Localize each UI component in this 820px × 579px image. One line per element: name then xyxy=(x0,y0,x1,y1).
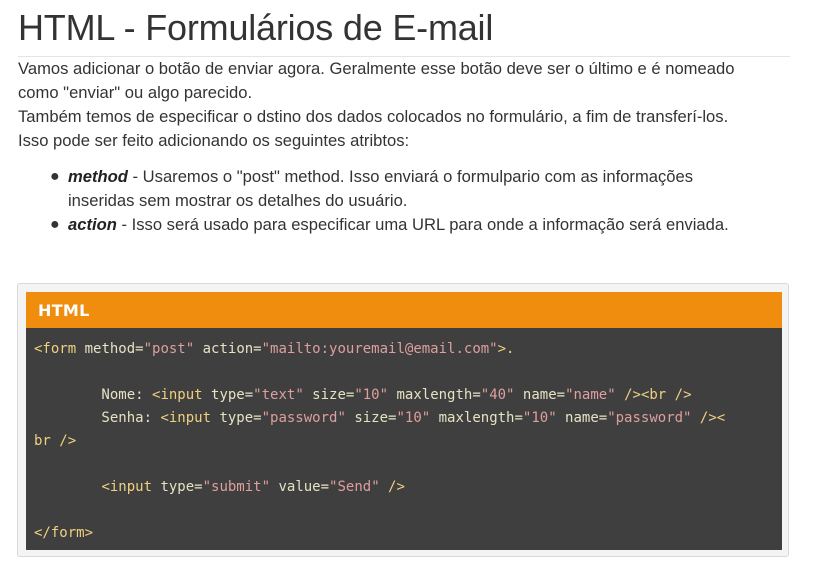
list-item-method: ● method - Usaremos o "post" method. Iss… xyxy=(50,165,790,213)
list-item-action: ● action - Isso será usado para especifi… xyxy=(50,213,790,237)
code-token: />< xyxy=(691,410,726,426)
code-token: "password" xyxy=(607,410,692,426)
code-token: "text" xyxy=(253,387,304,403)
code-token: "40" xyxy=(480,387,515,403)
intro-line-1: Vamos adicionar o botão de enviar agora.… xyxy=(18,59,735,78)
code-token: <br /> xyxy=(640,387,692,403)
term-action: action xyxy=(68,215,117,234)
code-token: "10" xyxy=(522,410,557,426)
code-text: <form method="post" action="mailto:youre… xyxy=(34,338,774,545)
code-token: maxlength= xyxy=(388,387,481,403)
code-token: br /> xyxy=(34,433,77,449)
code-token: "10" xyxy=(354,387,389,403)
code-token: name= xyxy=(514,387,566,403)
code-token: >. xyxy=(497,341,515,357)
destination-line-2: Isso pode ser feito adicionando os segui… xyxy=(18,131,410,150)
code-token: maxlength= xyxy=(430,410,523,426)
code-token: "post" xyxy=(143,341,195,357)
term-method: method xyxy=(68,167,128,186)
intro-line-2: como "enviar" ou algo parecido. xyxy=(18,83,253,102)
code-token: "submit" xyxy=(202,479,271,495)
code-token: type= xyxy=(211,410,262,426)
code-token: size= xyxy=(345,410,397,426)
code-example-box: HTML <form method="post" action="mailto:… xyxy=(17,283,789,557)
code-block[interactable]: <form method="post" action="mailto:youre… xyxy=(26,328,782,550)
code-language-label: HTML xyxy=(38,301,90,320)
code-token: type= xyxy=(202,387,254,403)
code-token: type= xyxy=(152,479,203,495)
code-token: name= xyxy=(556,410,608,426)
code-token: value= xyxy=(270,479,330,495)
bullet-icon: ● xyxy=(50,168,60,185)
code-example-header: HTML xyxy=(26,292,782,328)
intro-paragraph: Vamos adicionar o botão de enviar agora.… xyxy=(18,57,790,105)
code-token: <input xyxy=(152,387,203,403)
code-token: "10" xyxy=(396,410,431,426)
method-desc-line-2: inseridas sem mostrar os detalhes do usu… xyxy=(68,191,408,210)
code-token: "mailto:youremail@email.com" xyxy=(261,341,498,357)
code-token: Nome: xyxy=(34,387,153,403)
code-token: "name" xyxy=(565,387,616,403)
destination-paragraph: Também temos de especificar o dstino dos… xyxy=(18,105,790,153)
attribute-list: ● method - Usaremos o "post" method. Iss… xyxy=(18,165,790,237)
code-token: action= xyxy=(194,341,262,357)
code-token: "password" xyxy=(261,410,346,426)
code-token: Senha: xyxy=(34,410,161,426)
code-token: /> xyxy=(615,387,641,403)
method-desc-line-1: - Usaremos o "post" method. Isso enviará… xyxy=(127,167,694,186)
page-title: HTML - Formulários de E-mail xyxy=(18,7,494,48)
destination-line-1: Também temos de especificar o dstino dos… xyxy=(18,107,729,126)
article: HTML - Formulários de E-mail Vamos adici… xyxy=(18,0,790,237)
code-token: <form xyxy=(34,341,77,357)
code-token: <input xyxy=(101,479,153,495)
code-token: size= xyxy=(303,387,355,403)
action-desc-line-1: - Isso será usado para especificar uma U… xyxy=(116,215,729,234)
code-token: "Send" xyxy=(329,479,380,495)
code-token: /> xyxy=(379,479,405,495)
bullet-icon: ● xyxy=(50,216,60,233)
code-token: </form> xyxy=(34,525,94,541)
code-token: method= xyxy=(76,341,144,357)
code-token: <input xyxy=(160,410,212,426)
